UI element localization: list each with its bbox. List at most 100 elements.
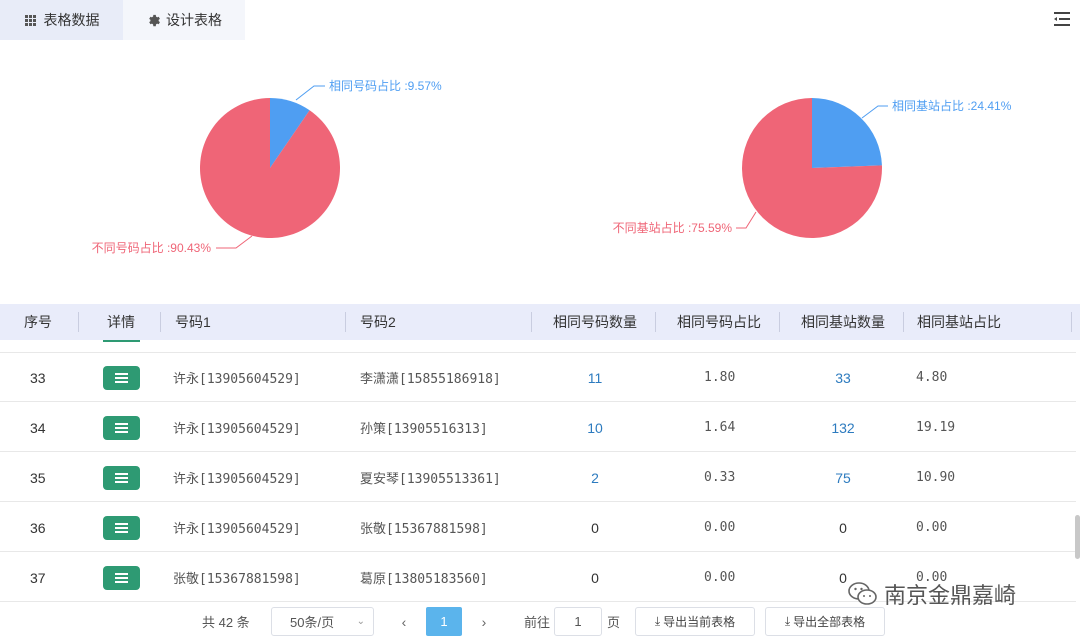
header-divider [779,312,780,332]
header-divider [1071,312,1072,332]
cell-number1: 许永[13905604529] [173,372,301,387]
goto-label: 前往 [524,615,551,630]
header-number2: 号码2 [360,314,396,330]
pie-label-leader [216,235,253,249]
header-detail: 详情 [107,314,135,330]
cell-same-num-count: 2 [560,453,630,502]
header-divider [531,312,532,332]
export-current-button[interactable]: ⤓ 导出当前表格 [635,607,755,636]
next-page-button[interactable]: › [476,607,492,636]
cell-same-bs-count: 0 [808,503,878,552]
table-row[interactable]: 33 许永[13905604529] 李潇潇[15855186918] 11 1.80 3… [0,353,1076,402]
total-count: 共 42 条 [202,615,250,630]
cell-same-num-count: 11 [560,353,630,402]
prev-page-button[interactable]: ‹ [396,607,412,636]
page-size-select[interactable]: 50条/页 ⌄ [271,607,374,636]
list-icon [115,422,128,433]
watermark-text: 南京金鼎嘉崎 [884,583,1017,608]
same-num-count-link[interactable]: 2 [591,470,599,486]
watermark: 南京金鼎嘉崎 [848,578,1016,610]
table-body[interactable]: 33 许永[13905604529] 李潇潇[15855186918] 11 1.80 3… [0,340,1080,602]
tab-design-table[interactable]: 设计表格 [123,0,245,40]
same-bs-count-link[interactable]: 132 [831,420,854,436]
cell-number2: 张敬[15367881598] [360,522,488,537]
header-divider [655,312,656,332]
cell-same-bs-count: 75 [808,453,878,502]
table-row[interactable]: 36 许永[13905604529] 张敬[15367881598] 0 0.00 0 0.… [0,503,1076,552]
cell-number2: 孙策[13905516313] [360,422,488,437]
chevron-down-icon: ⌄ [356,616,365,627]
table-row[interactable]: 35 许永[13905604529] 夏安琴[13905513361] 2 0.33 75… [0,453,1076,502]
header-divider [345,312,346,332]
export-all-label: 导出全部表格 [793,615,866,629]
detail-cell [103,553,140,602]
header-divider [903,312,904,332]
same-bs-count-link: 0 [839,519,847,536]
pie-slice-label: 不同号码占比 :90.43% [92,240,212,255]
pie-label-leader [295,85,325,101]
detail-button[interactable] [103,565,140,590]
cell-number2: 葛原[13805183560] [360,572,488,587]
cell-number1: 许永[13905604529] [173,522,301,537]
same-bs-count-link: 0 [839,569,847,586]
pie-slice-label: 相同基站占比 :24.41% [892,98,1012,113]
same-bs-count-link[interactable]: 33 [835,370,851,386]
cell-same-bs-ratio: 0.00 [916,520,948,535]
same-num-count-link: 0 [591,519,599,536]
pie-label-leader [861,105,888,119]
cell-same-num-ratio: 0.00 [704,520,736,535]
cell-seq: 34 [30,419,46,436]
cell-number2: 李潇潇[15855186918] [360,372,501,387]
table-header: 序号 详情 号码1 号码2 相同号码数量 相同号码占比 相同基站数量 相同基站占… [0,304,1080,340]
charts-area: 相同号码占比 :9.57% 不同号码占比 :90.43% 相同基站占比 :24.41… [0,40,1080,304]
cell-same-num-count: 0 [560,503,630,552]
header-same-num-ratio: 相同号码占比 [677,314,761,330]
table-row[interactable]: 34 许永[13905604529] 孙策[13905516313] 10 1.64 13… [0,403,1076,452]
page-number-current[interactable]: 1 [426,607,462,636]
list-icon [115,472,128,483]
wechat-icon [848,582,877,605]
table-row-partial [0,340,1076,353]
detail-button[interactable] [103,515,140,540]
page-unit-label: 页 [607,615,621,630]
cell-same-num-count: 10 [560,403,630,452]
same-bs-count-link[interactable]: 75 [835,470,851,486]
tab-design-table-label: 设计表格 [166,12,222,28]
cell-number2: 夏安琴[13905513361] [360,472,501,487]
cell-same-num-ratio: 0.00 [704,570,736,585]
tab-table-data[interactable]: 表格数据 [0,0,123,40]
cell-same-bs-count: 132 [808,403,878,452]
tab-bar: 表格数据 设计表格 [0,0,1080,40]
pie-slice[interactable] [812,98,882,168]
grid-icon [24,13,38,27]
header-number1: 号码1 [175,314,211,330]
vertical-scrollbar[interactable] [1075,515,1080,559]
detail-cell [103,353,140,402]
cell-number1: 张敬[15367881598] [173,572,301,587]
cell-same-bs-ratio: 10.90 [916,470,956,485]
cell-seq: 33 [30,369,46,386]
list-icon [115,522,128,533]
cell-same-num-ratio: 1.80 [704,370,736,385]
page-size-value: 50条/页 [290,615,335,630]
header-seq: 序号 [24,314,52,330]
list-menu-icon[interactable] [1054,12,1070,26]
detail-button[interactable] [103,465,140,490]
header-divider [78,312,79,332]
cell-same-bs-ratio: 19.19 [916,420,956,435]
download-icon: ⤓ [654,614,661,628]
export-all-button[interactable]: ⤓ 导出全部表格 [765,607,885,636]
pie-label-leader [736,211,757,229]
cell-seq: 36 [30,519,46,536]
same-num-count-link[interactable]: 10 [587,420,603,436]
cell-seq: 37 [30,569,46,586]
export-current-label: 导出当前表格 [663,615,736,629]
same-num-count-link[interactable]: 11 [588,370,603,386]
cell-number1: 许永[13905604529] [173,422,301,437]
list-icon [115,372,128,383]
detail-cell [103,503,140,552]
detail-button[interactable] [103,415,140,440]
detail-button[interactable] [103,365,140,390]
cell-same-num-ratio: 0.33 [704,470,736,485]
goto-page-input[interactable]: 1 [554,607,602,636]
